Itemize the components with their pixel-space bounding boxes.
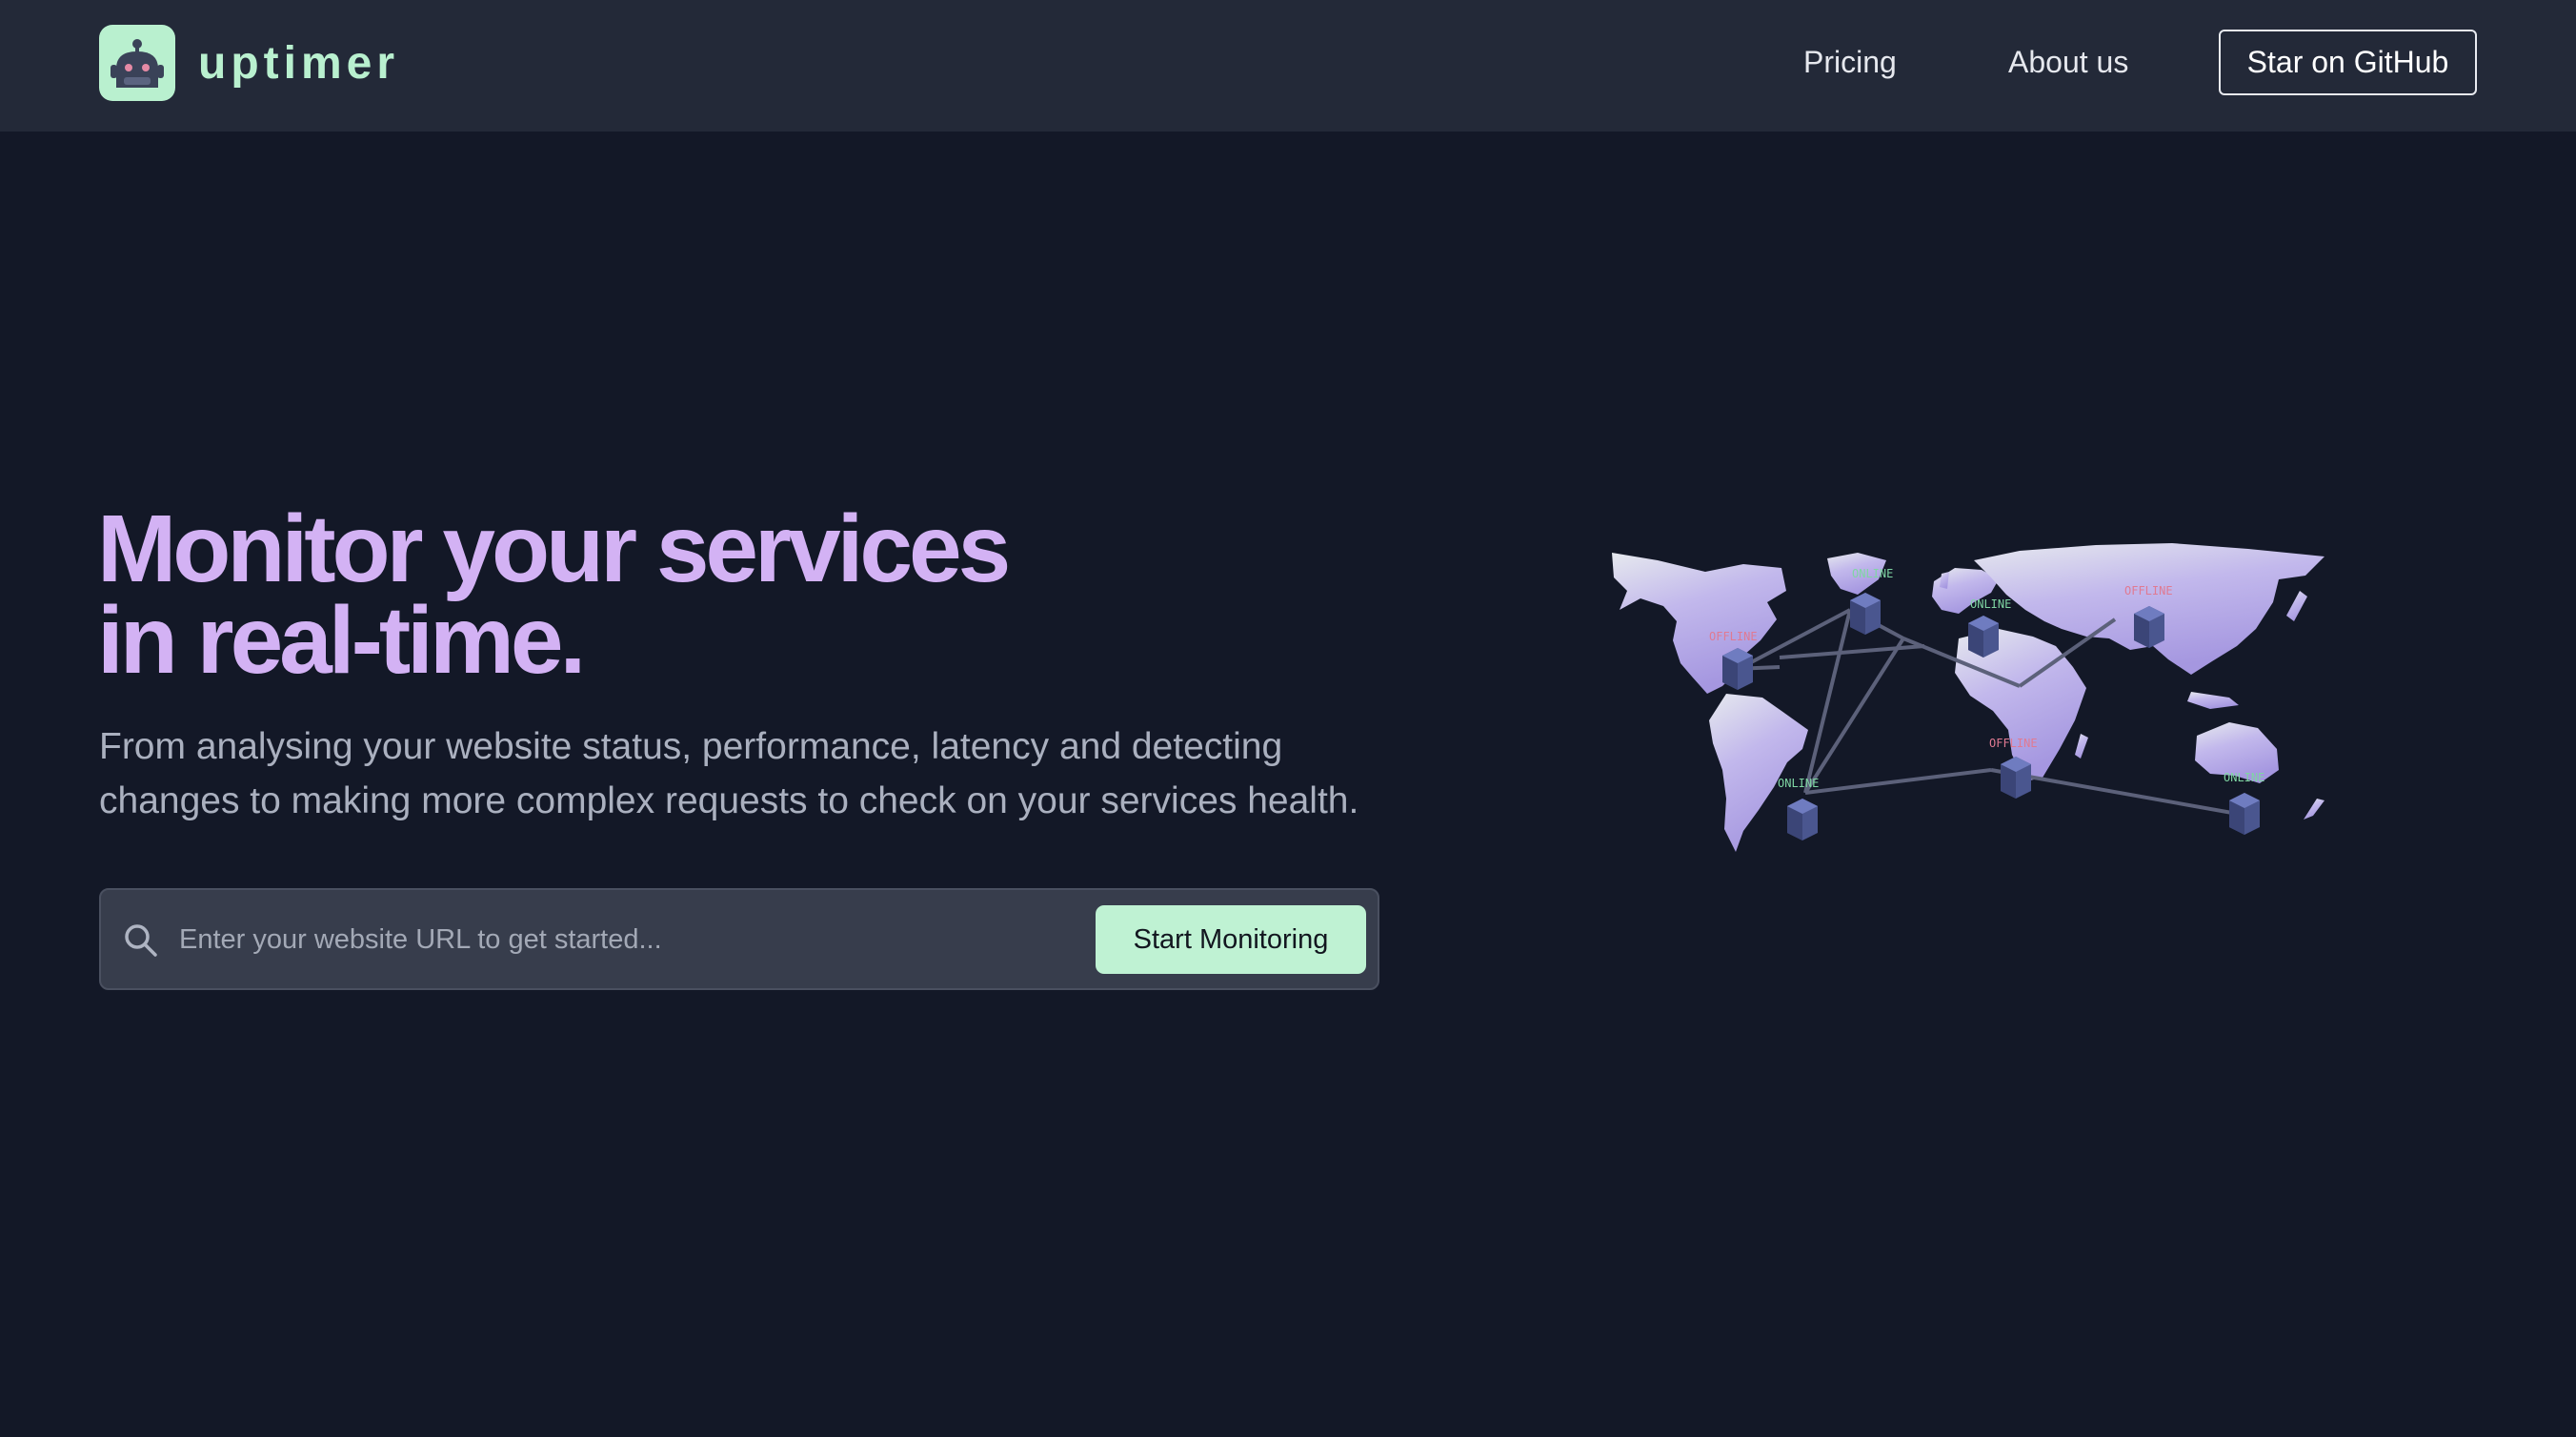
server-icon (1968, 616, 1999, 658)
continent-north-america (1612, 553, 1786, 694)
subtitle-line-2: changes to making more complex requests … (99, 780, 1359, 821)
server-node-greenland: ONLINE (1850, 567, 1893, 635)
status-label-online: ONLINE (1970, 597, 2011, 611)
hero-subtitle: From analysing your website status, perf… (99, 719, 1433, 828)
status-label-offline: OFFLINE (2124, 584, 2173, 597)
server-icon (1787, 799, 1818, 840)
nav-link-pricing[interactable]: Pricing (1803, 38, 1897, 86)
server-node-australia: ONLINE (2224, 771, 2264, 835)
continents (1612, 543, 2324, 852)
server-icon (1722, 648, 1753, 690)
start-monitoring-button[interactable]: Start Monitoring (1096, 905, 1366, 974)
status-label-offline: OFFLINE (1709, 630, 1758, 643)
robot-icon (99, 25, 175, 101)
nav-link-about-us[interactable]: About us (2008, 38, 2128, 86)
hero-headline: Monitor your services in real-time. (97, 496, 1011, 694)
headline-line-2: in real-time. (97, 587, 586, 694)
server-icon (2134, 606, 2164, 648)
island-new-zealand (2304, 799, 2324, 820)
url-search-bar: Start Monitoring (99, 888, 1379, 990)
server-node-south-america: ONLINE (1778, 777, 1819, 840)
island-indonesia (2187, 692, 2239, 709)
status-label-online: ONLINE (1852, 567, 1893, 580)
world-map-illustration: OFFLINE ONLINE ONLINE OFFLINE OFFLINE ON… (1612, 543, 2324, 852)
server-icon (2229, 793, 2260, 835)
island-madagascar (2075, 734, 2088, 759)
status-label-online: ONLINE (2224, 771, 2264, 784)
server-node-africa: OFFLINE (1989, 737, 2038, 799)
brand-name: uptimer (198, 37, 400, 89)
status-label-offline: OFFLINE (1989, 737, 2038, 750)
search-icon (122, 921, 160, 960)
headline-line-1: Monitor your services (97, 496, 1011, 602)
subtitle-line-1: From analysing your website status, perf… (99, 726, 1283, 767)
star-on-github-button[interactable]: Star on GitHub (2219, 30, 2477, 95)
top-navigation-bar: uptimer Pricing About us Star on GitHub (0, 0, 2576, 132)
server-icon (2001, 757, 2031, 799)
island-japan (2286, 591, 2307, 621)
server-icon (1850, 593, 1881, 635)
status-label-online: ONLINE (1778, 777, 1819, 790)
website-url-input[interactable] (177, 911, 1073, 968)
brand-home-link[interactable]: uptimer (99, 25, 399, 101)
